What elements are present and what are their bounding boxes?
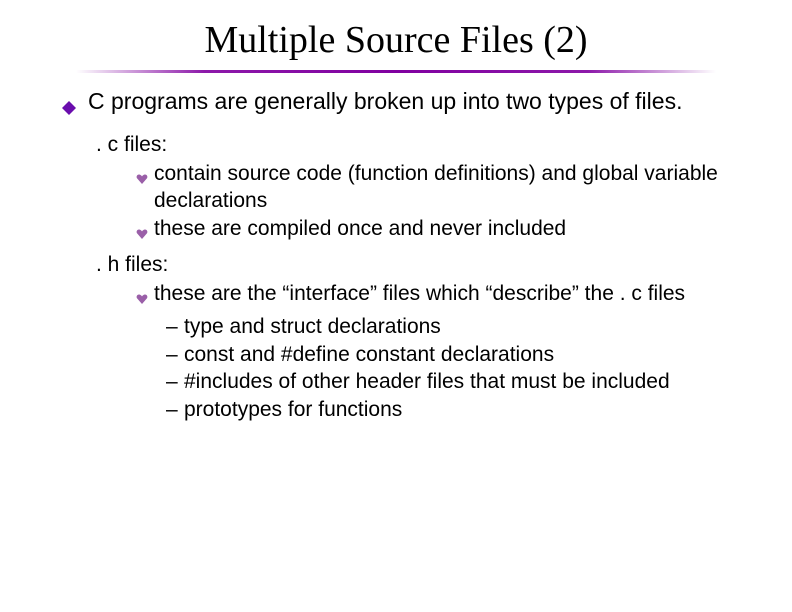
h-files-subpoints: –type and struct declarations –const and…: [166, 314, 744, 425]
list-item: these are the “interface” files which “d…: [136, 281, 744, 313]
list-item: –prototypes for functions: [166, 397, 744, 424]
main-bullet-text: C programs are generally broken up into …: [88, 87, 744, 116]
c-files-point-2: these are compiled once and never includ…: [154, 216, 744, 243]
h-files-label: . h files:: [96, 252, 744, 279]
heart-bullet-icon: [136, 221, 148, 248]
h-files-points: these are the “interface” files which “d…: [136, 281, 744, 313]
heart-bullet-icon: [136, 286, 148, 313]
c-files-points: contain source code (function definition…: [136, 161, 744, 248]
h-sub-4: prototypes for functions: [184, 398, 402, 421]
h-sub-1: type and struct declarations: [184, 315, 441, 338]
dash-bullet-icon: –: [166, 397, 184, 424]
slide-content: C programs are generally broken up into …: [0, 87, 792, 424]
title-underline: [76, 70, 716, 73]
list-item: contain source code (function definition…: [136, 161, 744, 215]
h-files-section: . h files: these are the “interface” fil…: [96, 252, 744, 424]
h-sub-3: #includes of other header files that mus…: [184, 370, 670, 393]
c-files-label: . c files:: [96, 132, 744, 159]
dash-bullet-icon: –: [166, 342, 184, 369]
main-bullet-row: C programs are generally broken up into …: [62, 87, 744, 122]
diamond-bullet-icon: [62, 93, 76, 122]
list-item: these are compiled once and never includ…: [136, 216, 744, 248]
list-item: –#includes of other header files that mu…: [166, 369, 744, 396]
list-item: –const and #define constant declarations: [166, 342, 744, 369]
h-files-point-1: these are the “interface” files which “d…: [154, 281, 744, 308]
h-sub-2: const and #define constant declarations: [184, 343, 554, 366]
dash-bullet-icon: –: [166, 369, 184, 396]
c-files-point-1: contain source code (function definition…: [154, 161, 744, 215]
list-item: –type and struct declarations: [166, 314, 744, 341]
dash-bullet-icon: –: [166, 314, 184, 341]
slide-title: Multiple Source Files (2): [0, 0, 792, 70]
heart-bullet-icon: [136, 166, 148, 193]
c-files-section: . c files: contain source code (function…: [96, 132, 744, 248]
